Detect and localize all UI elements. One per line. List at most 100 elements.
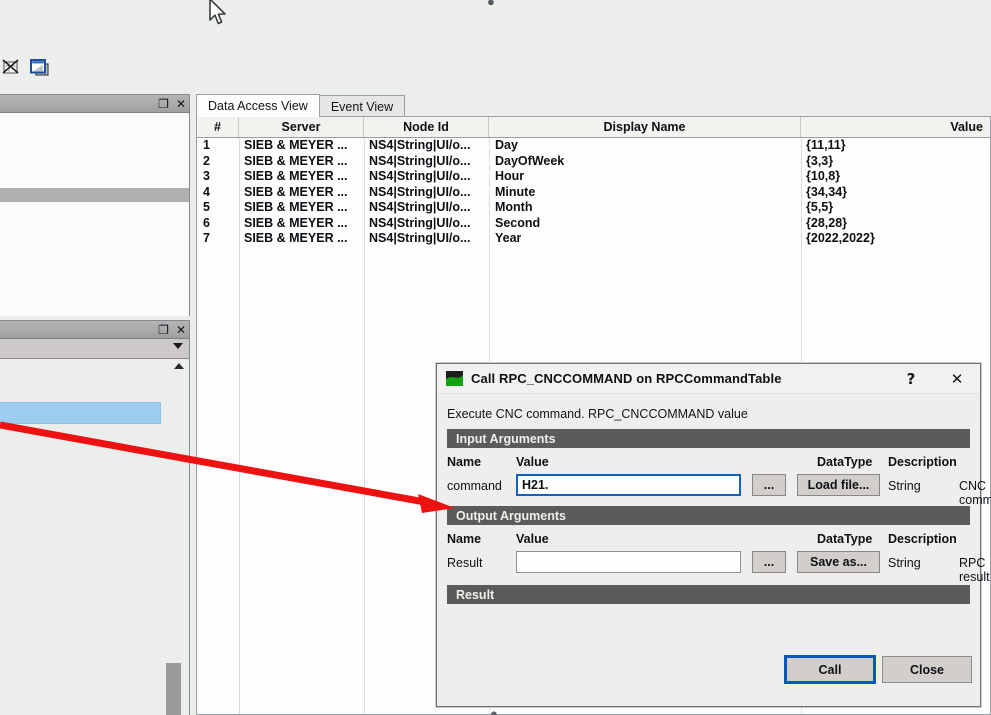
table-row[interactable]: 3SIEB & MEYER ...NS4|String|UI/o...Hour{… bbox=[197, 169, 990, 185]
command-value-input[interactable] bbox=[516, 474, 741, 496]
cell-server: SIEB & MEYER ... bbox=[244, 185, 348, 199]
col-header-datatype: DataType bbox=[817, 455, 872, 469]
argument-description: RPC result bbox=[959, 556, 990, 584]
cell-index: 2 bbox=[203, 154, 210, 168]
cell-server: SIEB & MEYER ... bbox=[244, 138, 348, 152]
scroll-up-icon[interactable] bbox=[174, 363, 184, 369]
load-file-button[interactable]: Load file... bbox=[797, 474, 880, 496]
cell-node_id: NS4|String|UI/o... bbox=[369, 185, 470, 199]
mouse-cursor bbox=[208, 0, 230, 33]
table-row[interactable]: 6SIEB & MEYER ...NS4|String|UI/o...Secon… bbox=[197, 216, 990, 232]
table-row[interactable]: 7SIEB & MEYER ...NS4|String|UI/o...Year{… bbox=[197, 231, 990, 247]
result-value-input[interactable] bbox=[516, 551, 741, 573]
tab-data-access-view[interactable]: Data Access View bbox=[196, 94, 320, 117]
windows-cascade-icon[interactable] bbox=[28, 58, 54, 85]
selected-tree-item[interactable] bbox=[0, 402, 161, 424]
save-as-button[interactable]: Save as... bbox=[797, 551, 880, 573]
section-label: Input Arguments bbox=[456, 432, 556, 446]
input-argument-row-command: command ... Load file... String CNC comm… bbox=[447, 474, 970, 500]
cell-node_id: NS4|String|UI/o... bbox=[369, 154, 470, 168]
tab-label: Event View bbox=[331, 100, 393, 114]
col-header-value: Value bbox=[516, 532, 549, 546]
cell-display_name: Minute bbox=[495, 185, 535, 199]
grid-header-display-name[interactable]: Display Name bbox=[489, 117, 801, 137]
cell-server: SIEB & MEYER ... bbox=[244, 216, 348, 230]
cell-display_name: Day bbox=[495, 138, 518, 152]
section-label: Result bbox=[456, 588, 494, 602]
grid-header-label: Display Name bbox=[604, 120, 686, 134]
tab-event-view[interactable]: Event View bbox=[319, 95, 405, 117]
grid-header-server[interactable]: Server bbox=[239, 117, 364, 137]
upper-dock-panel: ❐ ✕ bbox=[0, 94, 190, 316]
close-icon[interactable]: ✕ bbox=[176, 324, 186, 336]
vertical-scrollbar-thumb[interactable] bbox=[166, 663, 181, 715]
col-header-value: Value bbox=[516, 455, 549, 469]
table-row[interactable]: 5SIEB & MEYER ...NS4|String|UI/o...Month… bbox=[197, 200, 990, 216]
cell-server: SIEB & MEYER ... bbox=[244, 154, 348, 168]
panel-highlight-row[interactable] bbox=[0, 188, 189, 202]
cell-index: 3 bbox=[203, 169, 210, 183]
disabled-grid-icon[interactable] bbox=[2, 58, 22, 83]
bottom-partial-glyph: ● bbox=[490, 706, 498, 715]
cell-index: 4 bbox=[203, 185, 210, 199]
dialog-body: Execute CNC command. RPC_CNCCOMMAND valu… bbox=[437, 407, 980, 644]
output-arguments-section-header: Output Arguments bbox=[447, 506, 970, 525]
grid-header-label: Server bbox=[282, 120, 321, 134]
app-green-icon bbox=[446, 371, 463, 386]
upper-dock-panel-caption: ❐ ✕ bbox=[0, 95, 189, 113]
result-output-area bbox=[447, 604, 970, 644]
table-row[interactable]: 4 SIEB & MEYER ... NS4|String|UI/o... Minut… bbox=[197, 185, 990, 201]
table-row[interactable]: 1SIEB & MEYER ...NS4|String|UI/o...Day{1… bbox=[197, 138, 990, 154]
output-argument-row-result: Result ... Save as... String RPC result bbox=[447, 551, 970, 577]
cell-index: 1 bbox=[203, 138, 210, 152]
col-header-name: Name bbox=[447, 532, 481, 546]
call-button[interactable]: Call bbox=[785, 656, 875, 683]
close-button[interactable]: Close bbox=[882, 656, 972, 683]
command-browse-button[interactable]: ... bbox=[752, 474, 786, 496]
cell-display_name: Second bbox=[495, 216, 540, 230]
grid-header-index[interactable]: # bbox=[197, 117, 239, 137]
cell-node_id: NS4|String|UI/o... bbox=[369, 200, 470, 214]
grid-header-node-id[interactable]: Node Id bbox=[364, 117, 489, 137]
result-browse-button[interactable]: ... bbox=[752, 551, 786, 573]
top-partial-glyph: ● bbox=[487, 0, 495, 9]
grid-rows: 1 SIEB & MEYER ... NS4|String|UI/o... Day {1… bbox=[197, 138, 990, 247]
result-section-header: Result bbox=[447, 585, 970, 604]
cell-value: {10,8} bbox=[806, 169, 840, 183]
close-icon[interactable]: ✕ bbox=[176, 98, 186, 110]
help-button[interactable]: ? bbox=[888, 364, 934, 394]
dialog-titlebar-buttons: ? ✕ bbox=[888, 364, 980, 394]
close-icon[interactable]: ✕ bbox=[934, 364, 980, 394]
col-header-datatype: DataType bbox=[817, 532, 872, 546]
grid-header-label: Value bbox=[950, 120, 983, 134]
view-tabstrip: Data Access View Event View bbox=[196, 95, 404, 117]
cell-server: SIEB & MEYER ... bbox=[244, 200, 348, 214]
dialog-description: Execute CNC command. RPC_CNCCOMMAND valu… bbox=[447, 407, 970, 421]
cell-display_name: DayOfWeek bbox=[495, 154, 564, 168]
tab-label: Data Access View bbox=[208, 99, 308, 113]
float-icon[interactable]: ❐ bbox=[158, 98, 169, 110]
upper-dock-panel-body bbox=[0, 113, 189, 316]
lower-dock-panel-body bbox=[0, 339, 189, 715]
grid-header-value[interactable]: Value bbox=[801, 117, 991, 137]
grid-header-label: # bbox=[214, 120, 221, 134]
chevron-down-icon[interactable] bbox=[173, 343, 183, 349]
cell-node_id: NS4|String|UI/o... bbox=[369, 169, 470, 183]
lower-dock-panel: ❐ ✕ bbox=[0, 320, 190, 715]
lower-dock-panel-caption: ❐ ✕ bbox=[0, 321, 189, 339]
dialog-titlebar[interactable]: Call RPC_CNCCOMMAND on RPCCommandTable ?… bbox=[437, 364, 980, 394]
panel-combobox[interactable] bbox=[0, 339, 189, 359]
argument-name: Result bbox=[447, 556, 482, 570]
toolbar bbox=[0, 55, 70, 87]
cell-node_id: NS4|String|UI/o... bbox=[369, 138, 470, 152]
cell-index: 6 bbox=[203, 216, 210, 230]
table-row[interactable]: 2 SIEB & MEYER ... NS4|String|UI/o... DayOf… bbox=[197, 154, 990, 170]
float-icon[interactable]: ❐ bbox=[158, 324, 169, 336]
argument-datatype: String bbox=[888, 479, 921, 493]
cell-value: {34,34} bbox=[806, 185, 847, 199]
cell-index: 7 bbox=[203, 231, 210, 245]
input-arguments-section-header: Input Arguments bbox=[447, 429, 970, 448]
cell-value: {5,5} bbox=[806, 200, 833, 214]
col-header-description: Description bbox=[888, 455, 957, 469]
cell-node_id: NS4|String|UI/o... bbox=[369, 231, 470, 245]
